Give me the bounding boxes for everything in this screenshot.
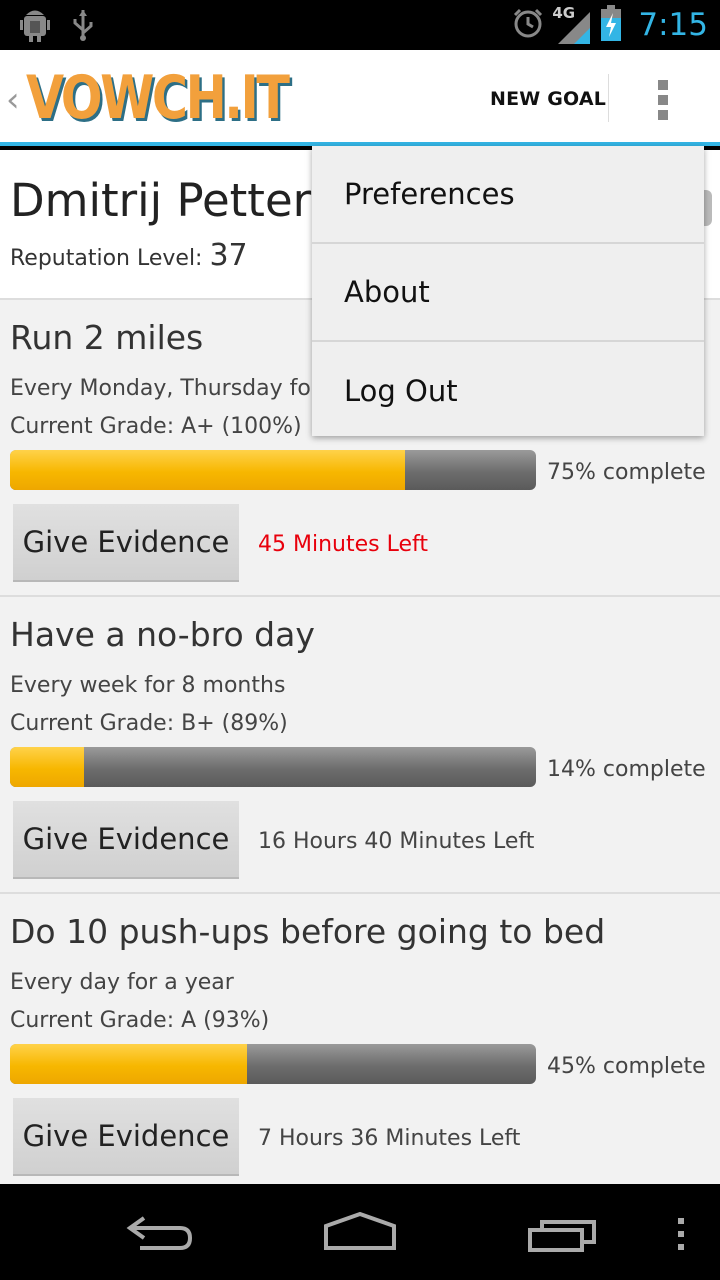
back-chevron-icon[interactable]: ‹ [6,80,20,120]
reputation-level: Reputation Level: 37 [10,238,248,273]
goal-time-left: 7 Hours 36 Minutes Left [258,1126,521,1151]
goal-card[interactable]: Have a no-bro day Every week for 8 month… [0,597,720,894]
back-icon[interactable] [124,1214,196,1254]
usb-icon [72,8,94,46]
goal-grade: Current Grade: B+ (89%) [10,711,288,736]
action-bar: ‹ VOWCH.IT NEW GOAL [0,50,720,146]
home-icon[interactable] [322,1212,398,1252]
recent-apps-icon[interactable] [526,1216,600,1254]
navigation-bar [0,1184,720,1280]
battery-charging-icon [600,4,622,46]
alarm-icon [512,7,544,43]
goal-grade: Current Grade: A+ (100%) [10,414,302,439]
overflow-dot [658,110,668,120]
overflow-menu: Preferences About Log Out [312,146,704,436]
menu-item-preferences[interactable]: Preferences [312,146,704,244]
menu-dots-icon[interactable] [676,1218,686,1250]
give-evidence-button[interactable]: Give Evidence [13,801,239,879]
goal-card[interactable]: Do 10 push-ups before going to bed Every… [0,894,720,1184]
goal-title: Run 2 miles [10,318,204,357]
goal-schedule: Every week for 8 months [10,673,286,698]
network-type-label: 4G [552,4,576,22]
give-evidence-button[interactable]: Give Evidence [13,504,239,582]
new-goal-button[interactable]: NEW GOAL [490,88,606,110]
reputation-label: Reputation Level: [10,246,203,271]
goal-title: Have a no-bro day [10,615,315,654]
overflow-dots-icon [658,80,668,90]
status-bar: 4G 7:15 [0,0,720,50]
goal-progress-fill [10,450,405,490]
goal-progress-bar [10,1044,536,1084]
android-debug-icon [20,8,50,46]
overflow-menu-button[interactable] [640,76,688,124]
signal-icon: 4G [552,4,591,44]
profile-name: Dmitrij Petters [10,174,335,227]
goal-progress-text: 45% complete [547,1054,706,1079]
goal-progress-text: 75% complete [547,460,706,485]
reputation-value: 37 [209,238,248,273]
goal-title: Do 10 push-ups before going to bed [10,912,606,951]
give-evidence-button[interactable]: Give Evidence [13,1098,239,1176]
goal-progress-fill [10,1044,247,1084]
goal-schedule: Every day for a year [10,970,234,995]
action-divider [608,74,609,122]
goal-time-left: 16 Hours 40 Minutes Left [258,829,535,854]
goal-time-left: 45 Minutes Left [258,532,428,557]
overflow-dot [658,95,668,105]
goal-schedule: Every Monday, Thursday for [10,376,320,401]
status-clock: 7:15 [638,7,708,43]
goal-progress-fill [10,747,84,787]
goal-progress-text: 14% complete [547,757,706,782]
goal-progress-bar [10,450,536,490]
menu-item-about[interactable]: About [312,244,704,342]
menu-item-log-out[interactable]: Log Out [312,342,704,440]
goal-grade: Current Grade: A (93%) [10,1008,270,1033]
app-logo[interactable]: VOWCH.IT [26,64,290,132]
goal-progress-bar [10,747,536,787]
